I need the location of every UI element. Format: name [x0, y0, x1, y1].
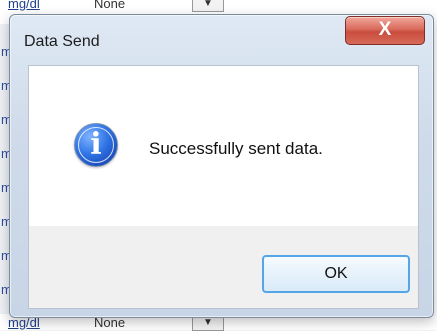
dialog-titlebar[interactable]: Data Send X: [10, 15, 433, 63]
dialog-title: Data Send: [24, 33, 100, 50]
dialog-button-bar: OK: [29, 226, 418, 308]
close-icon: X: [378, 18, 392, 40]
close-button[interactable]: X: [345, 16, 425, 45]
dialog-content: i Successfully sent data. OK: [28, 65, 419, 309]
dialog-message: Successfully sent data.: [149, 139, 323, 158]
background-selection-value: None: [94, 0, 126, 11]
info-icon: i: [74, 123, 118, 167]
background-top-row: mg/dl None ▼: [0, 0, 437, 12]
message-dialog: Data Send X i Successfully sent data. OK: [9, 14, 434, 318]
message-area: i Successfully sent data.: [29, 66, 418, 226]
ok-button[interactable]: OK: [262, 255, 410, 293]
chevron-down-icon: ▼: [192, 0, 224, 12]
background-unit-link: mg/dl: [8, 0, 40, 11]
